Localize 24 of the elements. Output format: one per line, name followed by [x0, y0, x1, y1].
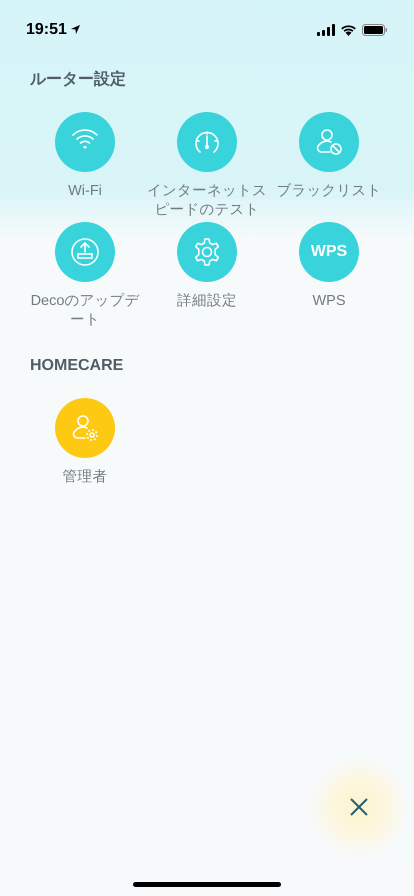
icon-text: WPS	[310, 242, 348, 262]
section-title: HOMECARE	[29, 356, 124, 376]
menu-item[interactable]: Wi-Fi	[24, 112, 146, 222]
upload-icon	[69, 236, 101, 268]
menu-item[interactable]: ブラックリスト	[268, 112, 390, 222]
status-time: 19:51	[26, 20, 67, 40]
wifi-icon	[340, 24, 357, 36]
close-icon	[350, 798, 368, 816]
item-label: ブラックリスト	[276, 182, 382, 201]
signal-icon	[317, 24, 335, 36]
item-label: Decoのアップデート	[30, 292, 140, 330]
menu-item[interactable]: 詳細設定	[146, 222, 268, 332]
menu-item[interactable]: 管理者	[24, 398, 146, 508]
menu-item[interactable]: Decoのアップデート	[24, 222, 146, 332]
item-label: Wi-Fi	[67, 182, 103, 201]
item-label: インターネットスピードのテスト	[146, 182, 268, 220]
item-label: 詳細設定	[176, 292, 238, 311]
menu-item[interactable]: WPS WPS	[268, 222, 390, 332]
menu-item[interactable]: インターネットスピードのテスト	[146, 112, 268, 222]
section-title: ルーター設定	[29, 69, 127, 90]
battery-icon	[362, 24, 388, 36]
item-label: 管理者	[62, 468, 108, 487]
item-label: WPS	[311, 292, 347, 311]
location-arrow-icon	[70, 24, 81, 35]
